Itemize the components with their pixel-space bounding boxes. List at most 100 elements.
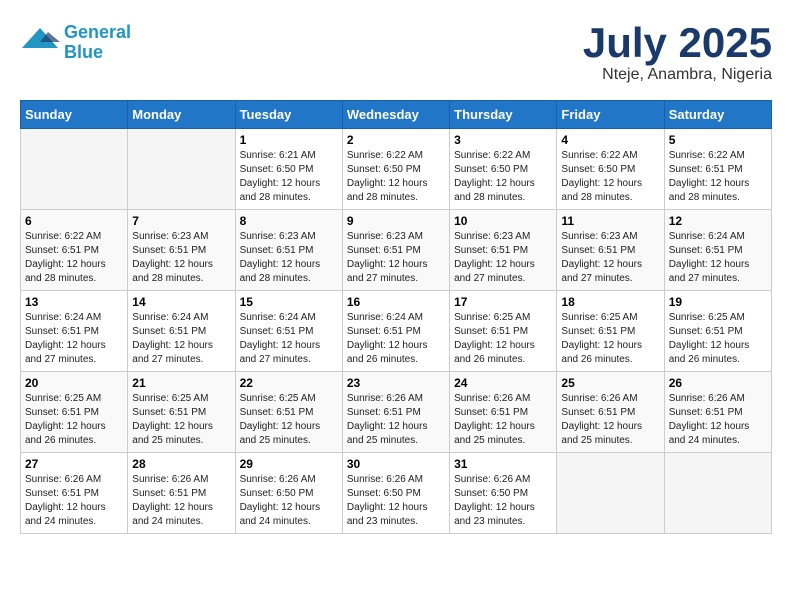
weekday-header-saturday: Saturday: [664, 101, 771, 129]
calendar-cell: 2Sunrise: 6:22 AMSunset: 6:50 PMDaylight…: [342, 129, 449, 210]
week-row-4: 20 Sunrise: 6:25 AMSunset: 6:51 PMDayligh…: [21, 372, 772, 453]
day-info: Sunrise: 6:21 AMSunset: 6:50 PMDaylight:…: [240, 149, 338, 205]
day-number: 5: [669, 133, 767, 147]
week-row-2: 6 Sunrise: 6:22 AMSunset: 6:51 PMDaylight…: [21, 210, 772, 291]
day-info: Sunrise: 6:24 AMSunset: 6:51 PMDaylight:…: [25, 311, 123, 367]
day-info: Sunrise: 6:26 AMSunset: 6:51 PMDaylight:…: [347, 392, 445, 448]
calendar-cell: 29Sunrise: 6:26 AMSunset: 6:50 PMDayligh…: [235, 453, 342, 534]
calendar-cell: 19 Sunrise: 6:25 AMSunset: 6:51 PMDayligh…: [664, 291, 771, 372]
calendar-cell: [21, 129, 128, 210]
day-info: Sunrise: 6:22 AMSunset: 6:51 PMDaylight:…: [669, 149, 767, 205]
day-number: 28: [132, 457, 230, 471]
day-info: Sunrise: 6:24 AMSunset: 6:51 PMDaylight:…: [132, 311, 230, 367]
day-info: Sunrise: 6:22 AMSunset: 6:51 PMDaylight:…: [25, 230, 123, 286]
calendar-cell: 13 Sunrise: 6:24 AMSunset: 6:51 PMDayligh…: [21, 291, 128, 372]
day-info: Sunrise: 6:26 AMSunset: 6:51 PMDaylight:…: [25, 473, 123, 529]
day-number: 18: [561, 295, 659, 309]
day-number: 7: [132, 214, 230, 228]
weekday-header-sunday: Sunday: [21, 101, 128, 129]
day-number: 26: [669, 376, 767, 390]
day-info: Sunrise: 6:26 AMSunset: 6:50 PMDaylight:…: [454, 473, 552, 529]
day-number: 24: [454, 376, 552, 390]
day-number: 6: [25, 214, 123, 228]
logo-icon: [20, 20, 60, 60]
day-info: Sunrise: 6:22 AMSunset: 6:50 PMDaylight:…: [454, 149, 552, 205]
calendar-cell: 25 Sunrise: 6:26 AMSunset: 6:51 PMDayligh…: [557, 372, 664, 453]
day-number: 11: [561, 214, 659, 228]
day-info: Sunrise: 6:26 AMSunset: 6:51 PMDaylight:…: [561, 392, 659, 448]
day-info: Sunrise: 6:25 AMSunset: 6:51 PMDaylight:…: [240, 392, 338, 448]
day-info: Sunrise: 6:26 AMSunset: 6:50 PMDaylight:…: [347, 473, 445, 529]
day-number: 2: [347, 133, 445, 147]
calendar-cell: 6 Sunrise: 6:22 AMSunset: 6:51 PMDaylight…: [21, 210, 128, 291]
calendar-cell: 1 Sunrise: 6:21 AMSunset: 6:50 PMDaylight…: [235, 129, 342, 210]
calendar-cell: 22 Sunrise: 6:25 AMSunset: 6:51 PMDayligh…: [235, 372, 342, 453]
logo: General Blue: [20, 20, 131, 65]
day-info: Sunrise: 6:23 AMSunset: 6:51 PMDaylight:…: [347, 230, 445, 286]
day-number: 16: [347, 295, 445, 309]
day-number: 20: [25, 376, 123, 390]
calendar-cell: 3 Sunrise: 6:22 AMSunset: 6:50 PMDaylight…: [450, 129, 557, 210]
calendar-table: SundayMondayTuesdayWednesdayThursdayFrid…: [20, 100, 772, 534]
calendar-cell: 16 Sunrise: 6:24 AMSunset: 6:51 PMDayligh…: [342, 291, 449, 372]
calendar-cell: 11Sunrise: 6:23 AMSunset: 6:51 PMDayligh…: [557, 210, 664, 291]
day-number: 12: [669, 214, 767, 228]
calendar-cell: 20 Sunrise: 6:25 AMSunset: 6:51 PMDayligh…: [21, 372, 128, 453]
weekday-header-friday: Friday: [557, 101, 664, 129]
calendar-cell: 31 Sunrise: 6:26 AMSunset: 6:50 PMDayligh…: [450, 453, 557, 534]
calendar-cell: 18 Sunrise: 6:25 AMSunset: 6:51 PMDayligh…: [557, 291, 664, 372]
calendar-cell: 10 Sunrise: 6:23 AMSunset: 6:51 PMDayligh…: [450, 210, 557, 291]
day-number: 29: [240, 457, 338, 471]
day-number: 25: [561, 376, 659, 390]
day-info: Sunrise: 6:25 AMSunset: 6:51 PMDaylight:…: [561, 311, 659, 367]
day-number: 14: [132, 295, 230, 309]
calendar-cell: 24 Sunrise: 6:26 AMSunset: 6:51 PMDayligh…: [450, 372, 557, 453]
day-info: Sunrise: 6:24 AMSunset: 6:51 PMDaylight:…: [240, 311, 338, 367]
day-info: Sunrise: 6:23 AMSunset: 6:51 PMDaylight:…: [240, 230, 338, 286]
day-info: Sunrise: 6:23 AMSunset: 6:51 PMDaylight:…: [132, 230, 230, 286]
calendar-cell: 4Sunrise: 6:22 AMSunset: 6:50 PMDaylight…: [557, 129, 664, 210]
calendar-cell: 17 Sunrise: 6:25 AMSunset: 6:51 PMDayligh…: [450, 291, 557, 372]
weekday-header-row: SundayMondayTuesdayWednesdayThursdayFrid…: [21, 101, 772, 129]
calendar-cell: 15Sunrise: 6:24 AMSunset: 6:51 PMDayligh…: [235, 291, 342, 372]
weekday-header-thursday: Thursday: [450, 101, 557, 129]
day-number: 30: [347, 457, 445, 471]
week-row-3: 13 Sunrise: 6:24 AMSunset: 6:51 PMDayligh…: [21, 291, 772, 372]
day-number: 1: [240, 133, 338, 147]
calendar-cell: 23 Sunrise: 6:26 AMSunset: 6:51 PMDayligh…: [342, 372, 449, 453]
calendar-cell: [557, 453, 664, 534]
day-number: 22: [240, 376, 338, 390]
calendar-cell: 30 Sunrise: 6:26 AMSunset: 6:50 PMDayligh…: [342, 453, 449, 534]
day-number: 3: [454, 133, 552, 147]
day-number: 10: [454, 214, 552, 228]
day-info: Sunrise: 6:23 AMSunset: 6:51 PMDaylight:…: [454, 230, 552, 286]
day-number: 13: [25, 295, 123, 309]
title-block: July 2025 Nteje, Anambra, Nigeria: [583, 20, 772, 84]
day-info: Sunrise: 6:25 AMSunset: 6:51 PMDaylight:…: [454, 311, 552, 367]
calendar-cell: 9Sunrise: 6:23 AMSunset: 6:51 PMDaylight…: [342, 210, 449, 291]
day-info: Sunrise: 6:22 AMSunset: 6:50 PMDaylight:…: [561, 149, 659, 205]
calendar-cell: 5 Sunrise: 6:22 AMSunset: 6:51 PMDaylight…: [664, 129, 771, 210]
month-title: July 2025: [583, 20, 772, 66]
day-number: 21: [132, 376, 230, 390]
weekday-header-monday: Monday: [128, 101, 235, 129]
day-number: 27: [25, 457, 123, 471]
calendar-cell: 7 Sunrise: 6:23 AMSunset: 6:51 PMDaylight…: [128, 210, 235, 291]
day-info: Sunrise: 6:26 AMSunset: 6:51 PMDaylight:…: [132, 473, 230, 529]
page-header: General Blue July 2025 Nteje, Anambra, N…: [20, 20, 772, 84]
week-row-5: 27 Sunrise: 6:26 AMSunset: 6:51 PMDayligh…: [21, 453, 772, 534]
day-info: Sunrise: 6:26 AMSunset: 6:51 PMDaylight:…: [454, 392, 552, 448]
weekday-header-tuesday: Tuesday: [235, 101, 342, 129]
calendar-cell: 26Sunrise: 6:26 AMSunset: 6:51 PMDayligh…: [664, 372, 771, 453]
day-info: Sunrise: 6:25 AMSunset: 6:51 PMDaylight:…: [669, 311, 767, 367]
day-info: Sunrise: 6:25 AMSunset: 6:51 PMDaylight:…: [25, 392, 123, 448]
calendar-cell: 28 Sunrise: 6:26 AMSunset: 6:51 PMDayligh…: [128, 453, 235, 534]
day-number: 8: [240, 214, 338, 228]
day-number: 17: [454, 295, 552, 309]
day-number: 19: [669, 295, 767, 309]
calendar-cell: [128, 129, 235, 210]
calendar-cell: 27 Sunrise: 6:26 AMSunset: 6:51 PMDayligh…: [21, 453, 128, 534]
day-number: 31: [454, 457, 552, 471]
day-number: 23: [347, 376, 445, 390]
day-info: Sunrise: 6:24 AMSunset: 6:51 PMDaylight:…: [347, 311, 445, 367]
